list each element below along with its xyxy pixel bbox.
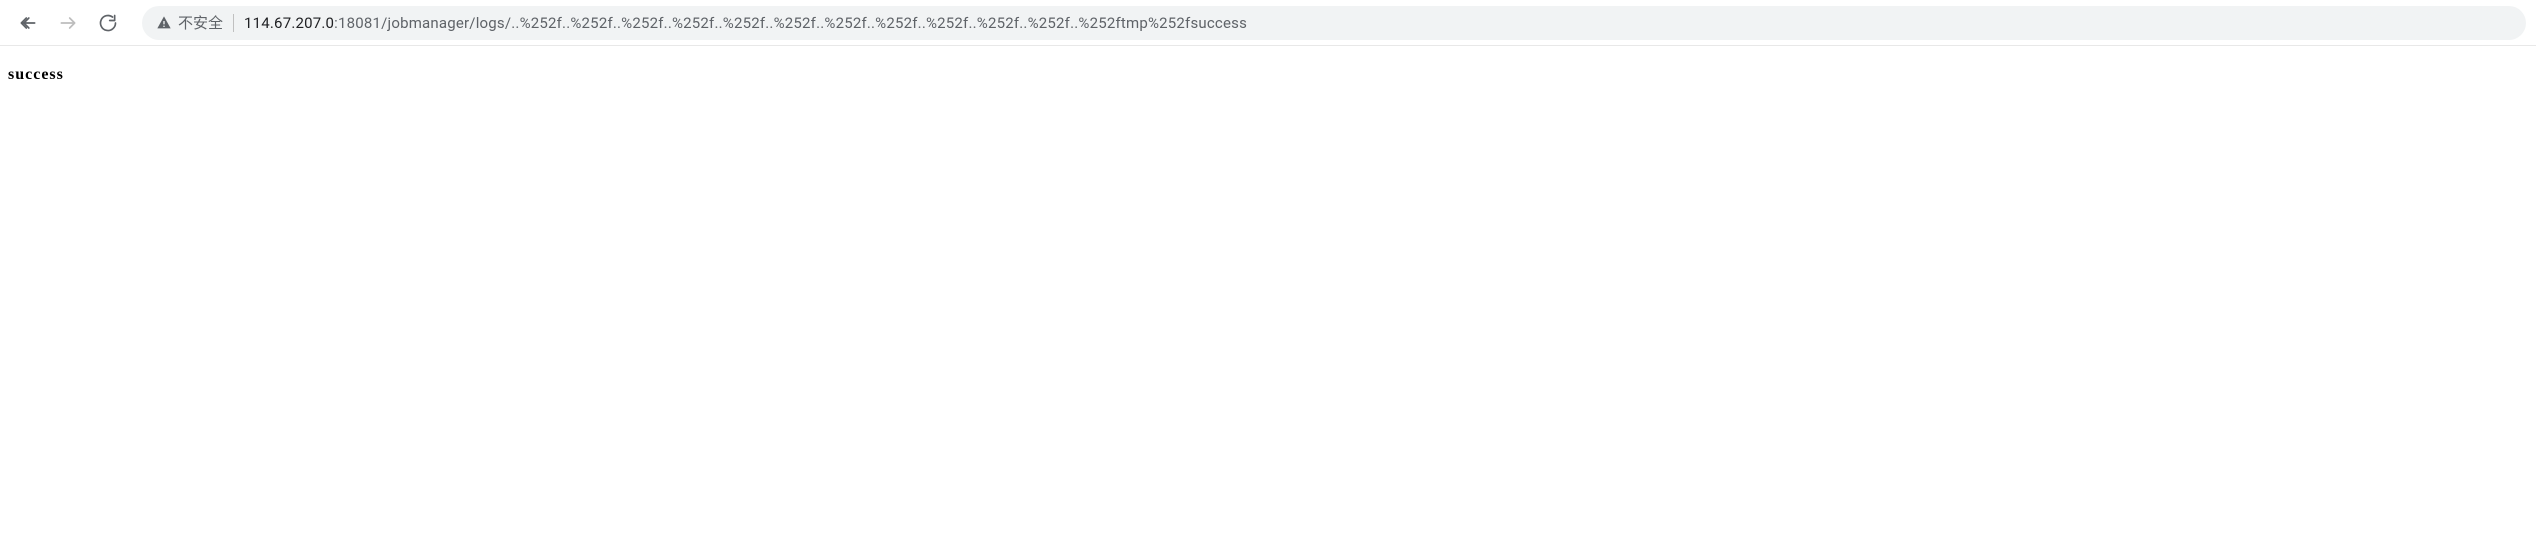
warning-icon	[156, 15, 172, 31]
security-label: 不安全	[178, 12, 223, 33]
url-host: 114.67.207.0	[244, 14, 334, 32]
divider	[233, 14, 234, 32]
back-button[interactable]	[10, 5, 46, 41]
reload-icon	[98, 13, 118, 33]
url-path: :18081/jobmanager/logs/..%252f..%252f..%…	[334, 14, 1247, 32]
page-body-text: success	[8, 66, 64, 83]
security-indicator[interactable]: 不安全	[156, 12, 223, 33]
reload-button[interactable]	[90, 5, 126, 41]
forward-button[interactable]	[50, 5, 86, 41]
page-content: success	[0, 46, 2536, 102]
arrow-right-icon	[58, 13, 78, 33]
address-bar[interactable]: 不安全 114.67.207.0:18081/jobmanager/logs/.…	[142, 6, 2526, 40]
arrow-left-icon	[18, 13, 38, 33]
url-text: 114.67.207.0:18081/jobmanager/logs/..%25…	[244, 14, 1247, 32]
browser-toolbar: 不安全 114.67.207.0:18081/jobmanager/logs/.…	[0, 0, 2536, 46]
